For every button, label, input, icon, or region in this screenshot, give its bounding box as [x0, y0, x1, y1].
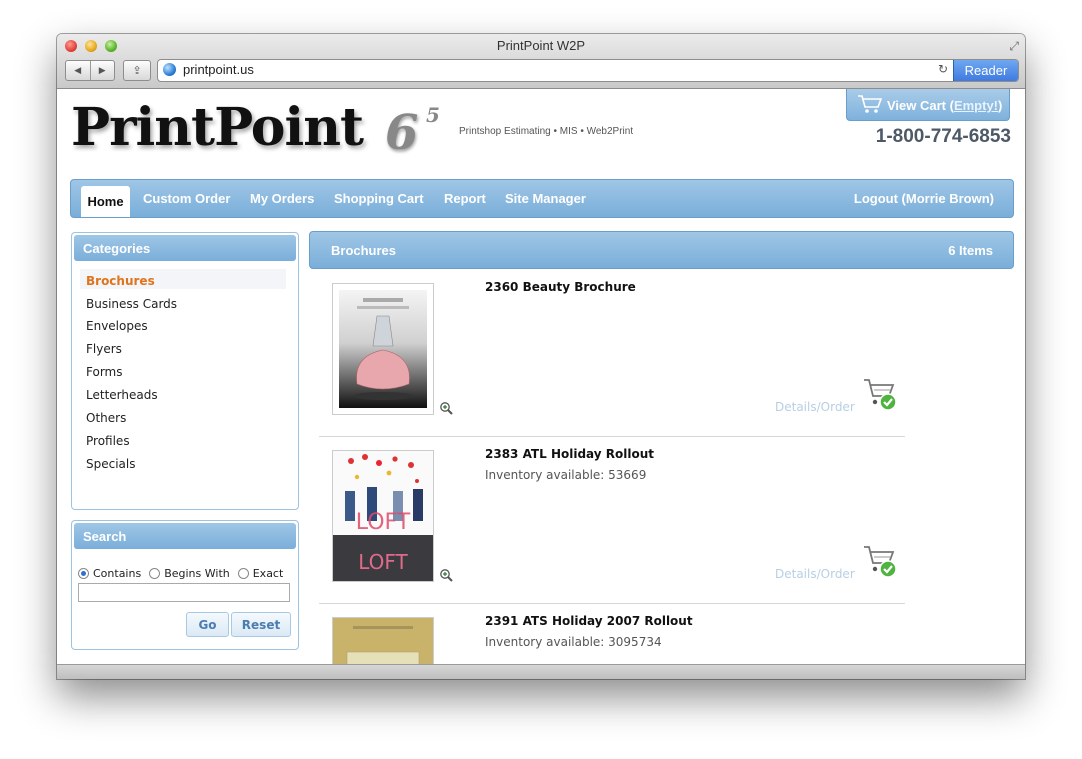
- page-content: PrintPoint 6 5 Printshop Estimating • MI…: [57, 89, 1025, 664]
- search-input[interactable]: [78, 583, 290, 602]
- search-header: Search: [74, 523, 296, 549]
- radio-exact[interactable]: [237, 568, 249, 579]
- radio-begins-with[interactable]: [149, 568, 161, 579]
- share-icon[interactable]: ⇪: [123, 60, 151, 81]
- window-title: PrintPoint W2P: [496, 38, 586, 53]
- radio-begins-with-label[interactable]: Begins With: [164, 567, 230, 580]
- logout-link[interactable]: Logout (Morrie Brown): [854, 191, 994, 206]
- search-panel: Search Contains Begins With Exact Go Res…: [71, 520, 299, 650]
- category-specials[interactable]: Specials: [86, 457, 136, 471]
- url-text[interactable]: printpoint.us: [183, 62, 254, 77]
- product-item: 2391 ATS Holiday 2007 Rollout Inventory …: [319, 604, 905, 664]
- go-button[interactable]: Go: [186, 612, 229, 637]
- main-nav: Home Custom Order My Orders Shopping Car…: [70, 179, 1014, 218]
- address-bar[interactable]: printpoint.us ↻ Reader: [157, 59, 1019, 82]
- logo-version-superscript: 5: [426, 103, 440, 127]
- reload-icon[interactable]: ↻: [938, 62, 948, 76]
- categories-panel: Categories Brochures Business Cards Enve…: [71, 232, 299, 510]
- categories-header: Categories: [74, 235, 296, 261]
- category-flyers[interactable]: Flyers: [86, 342, 122, 356]
- product-thumbnail[interactable]: LOFT LOFT: [332, 450, 434, 582]
- perfume-image: [339, 290, 427, 408]
- status-bar: [57, 664, 1025, 679]
- inventory-text: Inventory available: 53669: [485, 468, 647, 482]
- nav-report[interactable]: Report: [444, 191, 486, 206]
- svg-text:LOFT: LOFT: [358, 550, 408, 574]
- fullscreen-icon[interactable]: ⤢: [1009, 39, 1019, 54]
- products-title: Brochures: [331, 243, 397, 258]
- category-others[interactable]: Others: [86, 411, 126, 425]
- category-profiles[interactable]: Profiles: [86, 434, 130, 448]
- phone-number: 1-800-774-6853: [875, 126, 1011, 147]
- svg-text:LOFT: LOFT: [356, 510, 411, 535]
- view-cart-button[interactable]: View Cart (Empty!): [846, 89, 1010, 121]
- nav-shopping-cart[interactable]: Shopping Cart: [334, 191, 424, 206]
- products-count: 6 Items: [948, 243, 993, 258]
- loft-image: LOFT LOFT: [333, 451, 433, 581]
- category-envelopes[interactable]: Envelopes: [86, 319, 148, 333]
- category-business-cards[interactable]: Business Cards: [86, 297, 177, 311]
- nav-site-manager[interactable]: Site Manager: [505, 191, 586, 206]
- add-to-cart-icon[interactable]: [862, 376, 898, 412]
- reset-button[interactable]: Reset: [231, 612, 291, 637]
- tagline: Printshop Estimating • MIS • Web2Print: [459, 126, 634, 137]
- ats-holiday-image: [333, 618, 433, 664]
- forward-icon[interactable]: ▶: [91, 61, 115, 80]
- reader-button[interactable]: Reader: [953, 60, 1018, 81]
- product-title[interactable]: 2391 ATS Holiday 2007 Rollout: [485, 614, 693, 628]
- logo[interactable]: PrintPoint: [71, 97, 364, 158]
- zoom-icon[interactable]: [439, 568, 453, 582]
- product-title[interactable]: 2360 Beauty Brochure: [485, 280, 636, 294]
- nav-my-orders[interactable]: My Orders: [250, 191, 314, 206]
- add-to-cart-icon[interactable]: [862, 543, 898, 579]
- cart-empty-link[interactable]: Empty!: [954, 98, 998, 113]
- details-order-link[interactable]: Details/Order: [775, 400, 855, 414]
- product-thumbnail[interactable]: [332, 617, 434, 664]
- radio-exact-label[interactable]: Exact: [253, 567, 284, 580]
- category-brochures[interactable]: Brochures: [86, 274, 155, 288]
- search-mode-options: Contains Begins With Exact: [78, 567, 291, 580]
- back-forward-buttons: ◀ ▶: [65, 60, 115, 81]
- category-forms[interactable]: Forms: [86, 365, 122, 379]
- nav-custom-order[interactable]: Custom Order: [143, 191, 230, 206]
- details-order-link[interactable]: Details/Order: [775, 567, 855, 581]
- nav-home[interactable]: Home: [81, 186, 130, 217]
- zoom-icon[interactable]: [439, 401, 453, 415]
- radio-contains[interactable]: [78, 568, 89, 579]
- globe-icon: [163, 63, 176, 76]
- product-item: LOFT LOFT 2383 ATL Holiday Rollout Inven…: [319, 437, 905, 604]
- radio-contains-label[interactable]: Contains: [93, 567, 141, 580]
- product-thumbnail[interactable]: [332, 283, 434, 415]
- logo-version: 6: [385, 105, 419, 161]
- category-letterheads[interactable]: Letterheads: [86, 388, 158, 402]
- back-icon[interactable]: ◀: [66, 61, 91, 80]
- inventory-text: Inventory available: 3095734: [485, 635, 662, 649]
- view-cart-label: View Cart (Empty!): [887, 98, 1003, 113]
- browser-window: PrintPoint W2P ⤢ ◀ ▶ ⇪ printpoint.us ↻ R…: [57, 34, 1025, 679]
- cart-icon: [858, 95, 883, 113]
- products-header: Brochures 6 Items: [309, 231, 1014, 269]
- product-title[interactable]: 2383 ATL Holiday Rollout: [485, 447, 654, 461]
- product-item: 2360 Beauty Brochure Details/Order: [319, 270, 905, 437]
- title-bar: PrintPoint W2P ⤢ ◀ ▶ ⇪ printpoint.us ↻ R…: [57, 34, 1025, 89]
